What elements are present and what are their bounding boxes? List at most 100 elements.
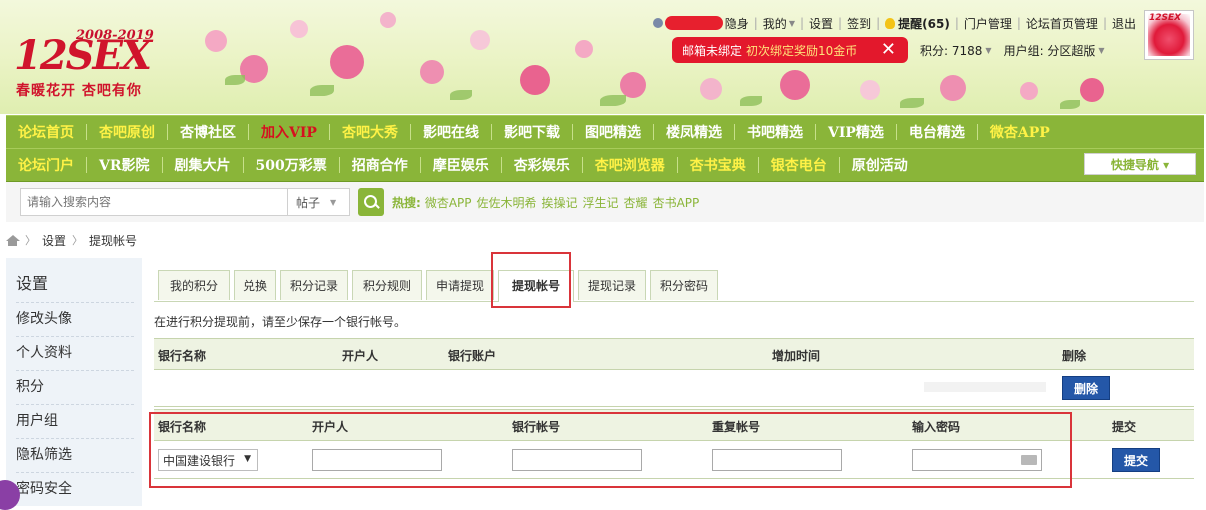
- tab-exchange[interactable]: 兑换: [234, 270, 276, 300]
- avatar[interactable]: 12SEX: [1144, 10, 1194, 60]
- nav-item[interactable]: VR影院: [87, 155, 162, 175]
- search-type-select[interactable]: 帖子 ▼: [288, 188, 350, 216]
- site-logo[interactable]: 2008-2019 12SEX 春暖花开 杏吧有你: [14, 18, 184, 100]
- invisible-link[interactable]: 隐身: [725, 15, 749, 32]
- chevron-down-icon: ▼: [788, 18, 795, 28]
- search-type-label: 帖子: [296, 195, 321, 210]
- nav-item[interactable]: 杏吧浏览器: [583, 155, 677, 175]
- nav-item[interactable]: 楼凤精选: [654, 122, 734, 142]
- logout-link[interactable]: 退出: [1112, 15, 1136, 32]
- nav-item[interactable]: 杏吧原创: [87, 122, 167, 142]
- tab-points-log[interactable]: 积分记录: [280, 270, 348, 300]
- nav-item[interactable]: 影吧在线: [411, 122, 491, 142]
- tab-points-password[interactable]: 积分密码: [650, 270, 718, 300]
- forum-home-manage-link[interactable]: 论坛首页管理: [1026, 15, 1098, 32]
- hot-search-link[interactable]: 杏耀: [624, 194, 648, 211]
- nav-item[interactable]: 书吧精选: [735, 122, 815, 142]
- search-input[interactable]: [20, 188, 288, 216]
- search-button[interactable]: [358, 188, 384, 216]
- nav-item[interactable]: 原创活动: [840, 155, 920, 175]
- col-bank-name: 银行名称: [158, 349, 207, 363]
- avatar-tag: 12SEX: [1149, 13, 1182, 23]
- quick-nav-button[interactable]: 快捷导航 ▾: [1084, 153, 1196, 175]
- withdraw-notice: 在进行积分提现前，请至少保存一个银行帐号。: [154, 315, 407, 329]
- nav-item[interactable]: 招商合作: [340, 155, 420, 175]
- tab-points-rules[interactable]: 积分规则: [352, 270, 422, 300]
- delete-button[interactable]: 删除: [1062, 376, 1110, 400]
- usergroup-link[interactable]: 用户组: 分区超版: [1004, 42, 1096, 59]
- annotation-box-form: [149, 412, 1072, 488]
- checkin-link[interactable]: 签到: [847, 15, 871, 32]
- settings-sidebar: 设置 修改头像 个人资料 积分 用户组 隐私筛选 密码安全: [6, 258, 142, 506]
- col-holder: 开户人: [342, 349, 379, 363]
- sidebar-item-points[interactable]: 积分: [16, 370, 134, 404]
- sidebar-item-avatar[interactable]: 修改头像: [16, 302, 134, 336]
- sidebar-title: 设置: [16, 274, 49, 293]
- nav-item[interactable]: 银杏电台: [759, 155, 839, 175]
- main-nav-primary: 论坛首页 杏吧原创 杏博社区 加入VIP 杏吧大秀 影吧在线 影吧下载 图吧精选 楼凤精选 书吧精…: [6, 115, 1204, 149]
- portal-manage-link[interactable]: 门户管理: [964, 15, 1012, 32]
- bind-banner-text: 邮箱未绑定: [682, 43, 743, 58]
- user-toolbar: 隐身 | 我的 ▼ | 设置 | 签到 | 提醒(65) | 门户管理 | 论坛…: [652, 14, 1136, 32]
- nav-item[interactable]: 影吧下载: [492, 122, 572, 142]
- hot-search-link[interactable]: 杏书APP: [653, 194, 700, 211]
- points-link[interactable]: 积分: 7188: [920, 42, 982, 59]
- col-delete: 删除: [1062, 349, 1087, 363]
- chevron-down-icon: ▼: [1098, 46, 1105, 55]
- nav-item[interactable]: 杏博社区: [168, 122, 248, 142]
- nav-item[interactable]: 摩臣娱乐: [421, 155, 501, 175]
- nav-item[interactable]: 加入VIP: [249, 122, 329, 142]
- hot-search-link[interactable]: 挨操记: [542, 194, 578, 211]
- breadcrumb-settings[interactable]: 设置: [42, 232, 66, 249]
- hot-search-link[interactable]: 微杏APP: [425, 194, 472, 211]
- sidebar-item-privacy[interactable]: 隐私筛选: [16, 438, 134, 472]
- lightbulb-icon: [885, 17, 896, 29]
- nav-item[interactable]: 电台精选: [897, 122, 977, 142]
- main-nav-secondary: 论坛门户 VR影院 剧集大片 500万彩票 招商合作 摩臣娱乐 杏彩娱乐 杏吧浏览器 杏书宝典银…: [6, 148, 1204, 182]
- chevron-right-icon: 〉: [72, 234, 84, 247]
- sidebar-item-usergroup[interactable]: 用户组: [16, 404, 134, 438]
- nav-item[interactable]: 图吧精选: [573, 122, 653, 142]
- search-bar: 帖子 ▼ 热搜: 微杏APP 佐佐木明希挨操记浮生记杏耀杏书APP: [6, 182, 1204, 222]
- user-icon: [652, 18, 663, 28]
- home-icon[interactable]: [6, 234, 20, 246]
- hot-search-link[interactable]: 浮生记: [583, 194, 619, 211]
- nav-item[interactable]: 剧集大片: [163, 155, 243, 175]
- logo-slogan: 春暖花开 杏吧有你: [16, 83, 142, 99]
- col-added-time: 增加时间: [772, 349, 821, 363]
- annotation-box-tab: [491, 252, 571, 308]
- redacted-username: [664, 16, 723, 30]
- nav-item[interactable]: VIP精选: [816, 122, 896, 142]
- chevron-right-icon: 〉: [25, 234, 36, 247]
- points-tabs: 我的积分 兑换 积分记录 积分规则 申请提现 提现帐号 提现记录 积分密码: [154, 270, 1194, 302]
- tab-withdraw-log[interactable]: 提现记录: [578, 270, 646, 300]
- tab-my-points[interactable]: 我的积分: [158, 270, 230, 300]
- col-account: 银行账户: [448, 349, 497, 363]
- nav-item[interactable]: 500万彩票: [244, 155, 339, 175]
- submit-button[interactable]: 提交: [1112, 448, 1160, 472]
- chevron-down-icon: ▼: [985, 46, 992, 55]
- nav-item[interactable]: 杏书宝典: [678, 155, 758, 175]
- close-icon[interactable]: ✕: [881, 40, 896, 60]
- nav-item[interactable]: 杏彩娱乐: [502, 155, 582, 175]
- nav-item[interactable]: 微杏APP: [978, 122, 1062, 142]
- nav-item[interactable]: 论坛首页: [6, 122, 86, 142]
- tab-apply-withdraw[interactable]: 申请提现: [426, 270, 494, 300]
- accounts-table-header: 银行名称 开户人 银行账户 增加时间 删除: [154, 338, 1194, 370]
- settings-link[interactable]: 设置: [809, 15, 833, 32]
- sidebar-item-profile[interactable]: 个人资料: [16, 336, 134, 370]
- hot-search-label: 热搜:: [392, 196, 421, 210]
- email-bind-banner[interactable]: 邮箱未绑定 初次绑定奖励10金币 ✕: [672, 37, 908, 63]
- sidebar-item-password[interactable]: 密码安全: [16, 472, 134, 506]
- my-link[interactable]: 我的: [763, 15, 787, 32]
- bind-banner-reward: 初次绑定奖励10金币: [746, 43, 858, 58]
- nav-item[interactable]: 论坛门户: [6, 155, 86, 175]
- blurred-timestamp: [924, 382, 1046, 392]
- logo-name: 12SEX: [14, 32, 152, 79]
- hot-search-link[interactable]: 佐佐木明希: [477, 194, 537, 211]
- table-row: 删除: [154, 370, 1194, 407]
- hot-search: 热搜: 微杏APP 佐佐木明希 挨操记 浮生记 杏耀 杏书APP: [392, 194, 704, 211]
- breadcrumb: 〉 设置 〉 提现帐号: [6, 232, 137, 248]
- nav-item[interactable]: 杏吧大秀: [330, 122, 410, 142]
- remind-link[interactable]: 提醒(65): [898, 15, 950, 32]
